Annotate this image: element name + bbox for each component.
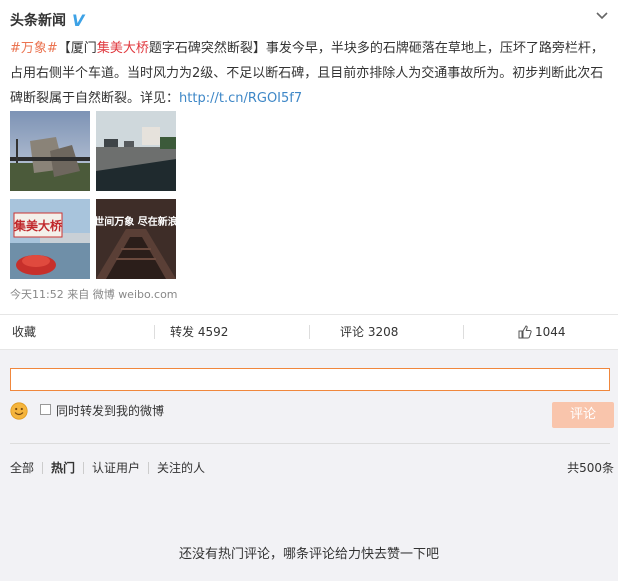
author-name[interactable]: 头条新闻: [10, 10, 66, 30]
tab-verified-users[interactable]: 认证用户: [92, 459, 140, 476]
thumbs-up-icon: [518, 325, 532, 339]
post-header: 头条新闻 V: [10, 8, 84, 32]
divider: [154, 325, 155, 339]
photo-road-view-from-car[interactable]: [96, 111, 176, 191]
chevron-down-icon[interactable]: [594, 8, 610, 24]
post-meta: 今天11:52 来自 微博 weibo.com: [10, 288, 178, 301]
action-bar: 收藏 转发 4592 评论 3208 1044: [0, 314, 618, 350]
bridge-sign-text: 集美大桥: [13, 218, 63, 233]
favorite-button[interactable]: 收藏: [12, 315, 36, 349]
topic-tag-link[interactable]: #万象#: [10, 41, 58, 56]
comment-button[interactable]: 评论 3208: [340, 315, 398, 349]
poster-text: 世间万象 尽在新浪: [96, 215, 176, 228]
tab-hot[interactable]: 热门: [51, 459, 75, 476]
tab-following[interactable]: 关注的人: [157, 459, 205, 476]
post-text-segment: 【厦门: [57, 41, 97, 56]
highlight-keyword[interactable]: 集美大桥: [97, 41, 149, 56]
submit-comment-button[interactable]: 评论: [552, 402, 614, 428]
comment-input[interactable]: [10, 368, 610, 391]
photo-bridge-sign[interactable]: 集美大桥: [10, 199, 90, 279]
divider: [42, 461, 44, 474]
comment-section: 同时转发到我的微博 评论 全部 热门 认证用户 关注的人 共500条 还没有热门…: [0, 350, 618, 581]
photo-broken-stone-tablet[interactable]: [10, 111, 90, 191]
divider: [83, 461, 85, 474]
comment-total-count: 共500条: [567, 461, 614, 475]
photo-wanxiang-poster[interactable]: 世间万象 尽在新浪: [96, 199, 176, 279]
repost-button[interactable]: 转发 4592: [170, 315, 228, 349]
repost-checkbox-label[interactable]: 同时转发到我的微博: [56, 402, 164, 419]
divider: [10, 443, 610, 444]
verified-badge-icon: V: [72, 10, 85, 30]
tab-all[interactable]: 全部: [10, 459, 34, 476]
post-text: #万象#【厦门集美大桥题字石碑突然断裂】事发今早，半块多的石牌砸落在草地上，压坏…: [10, 36, 608, 111]
empty-hot-comments-message: 还没有热门评论，哪条评论给力快去赞一下吧: [178, 547, 439, 562]
like-button[interactable]: 1044: [518, 315, 566, 349]
detail-link[interactable]: http://t.cn/RGOI5f7: [179, 91, 302, 106]
divider: [463, 325, 464, 339]
emoji-smiley-icon[interactable]: [10, 402, 28, 420]
weibo-post-card: 头条新闻 V #万象#【厦门集美大桥题字石碑突然断裂】事发今早，半块多的石牌砸落…: [0, 0, 618, 314]
comment-filter-tabs: 全部 热门 认证用户 关注的人: [10, 459, 205, 476]
divider: [309, 325, 310, 339]
repost-checkbox[interactable]: [40, 404, 51, 415]
divider: [148, 461, 150, 474]
like-count: 1044: [535, 325, 566, 339]
